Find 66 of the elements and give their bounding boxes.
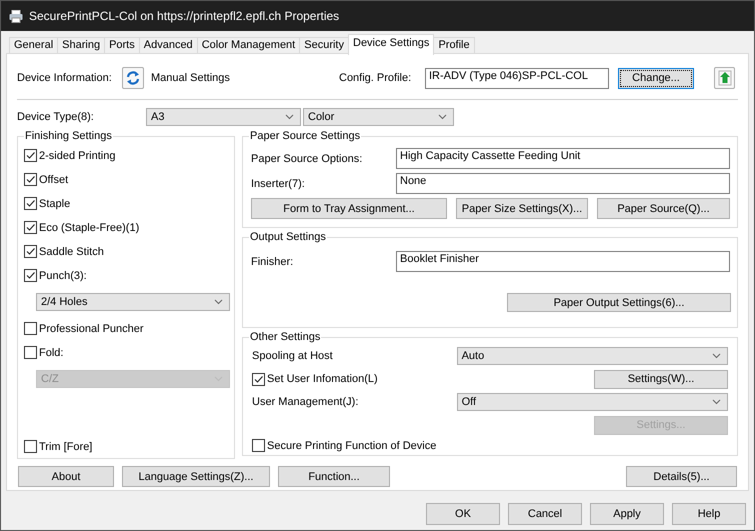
button[interactable]: Details(5)... [626,466,737,487]
dropdown[interactable]: 2/4 Holes [36,293,230,311]
chevron-down-icon [712,399,721,405]
button[interactable]: About [18,466,114,487]
group-title: Other Settings [249,331,322,344]
checkbox-label: Saddle Stitch [39,246,104,258]
checkbox[interactable] [24,197,37,210]
tab[interactable]: General [9,37,58,54]
button[interactable]: Settings(W)... [594,370,728,388]
checkbox-label: Secure Printing Function of Device [267,440,438,452]
checkbox[interactable] [252,439,265,452]
checkbox-label: Offset [39,174,68,186]
upload-button[interactable] [714,67,735,89]
checkbox-label: Set User Infomation(L) [267,373,379,385]
checkbox-label: 2-sided Printing [39,150,116,162]
checkbox[interactable] [24,440,37,453]
chevron-down-icon [285,114,294,120]
group-title: Output Settings [249,231,327,244]
dropdown[interactable]: Auto [456,347,728,365]
chevron-down-icon [712,353,721,359]
checkbox-label: Eco (Staple-Free)(1) [39,222,140,234]
field-label: Spooling at Host [252,350,334,362]
device-info-value: Manual Settings [151,72,231,84]
chevron-down-icon [214,299,223,305]
checkbox-label: Staple [39,198,70,210]
button[interactable]: Language Settings(Z)... [122,466,270,487]
checkbox[interactable] [24,149,37,162]
field-label: Device Information: [17,72,113,84]
checkbox[interactable] [252,372,265,386]
checkbox-label: Trim [Fore] [39,440,92,452]
checkbox[interactable] [24,173,37,186]
checkbox-label: Fold: [39,346,64,358]
checkbox[interactable] [24,322,37,335]
button[interactable]: Help [672,503,746,525]
window-title: SecurePrintPCL-Col on https://printepfl2.epfl.ch Properties [29,9,340,23]
dropdown[interactable]: A3 [146,108,301,126]
button[interactable]: Paper Size Settings(X)... [456,198,588,219]
checkbox[interactable] [24,269,37,282]
checkbox-label: Punch(3): [39,270,87,282]
button[interactable]: Cancel [508,503,582,525]
checkbox[interactable] [24,245,37,258]
button[interactable]: Paper Output Settings(6)... [507,293,731,312]
group-title: Paper Source Settings [249,130,362,143]
dropdown[interactable]: Off [456,393,728,411]
button[interactable]: Apply [590,503,664,525]
tab[interactable]: Device Settings [348,34,434,55]
field-label: Paper Source Options: [251,152,364,164]
button[interactable]: OK [426,503,500,525]
button[interactable]: Function... [278,466,390,487]
checkbox-label: Professional Puncher [39,322,144,334]
button[interactable]: Change... [618,68,694,88]
field-label: User Management(J): [252,396,360,408]
field-label: Finisher: [251,256,294,268]
refresh-button[interactable] [122,67,144,89]
field-label: Config. Profile: [339,72,412,84]
group-title: Finishing Settings [24,130,113,143]
chevron-down-icon [438,114,447,120]
checkbox[interactable] [24,346,37,359]
button[interactable]: Paper Source(Q)... [597,198,730,219]
dropdown[interactable]: Color [303,108,454,126]
field-label: Inserter(7): [251,178,306,190]
printer-icon [9,10,23,22]
button[interactable]: Form to Tray Assignment... [251,198,447,219]
tab[interactable]: Profile [433,37,475,54]
checkbox[interactable] [24,221,37,234]
field-label: Device Type(8): [17,111,95,123]
